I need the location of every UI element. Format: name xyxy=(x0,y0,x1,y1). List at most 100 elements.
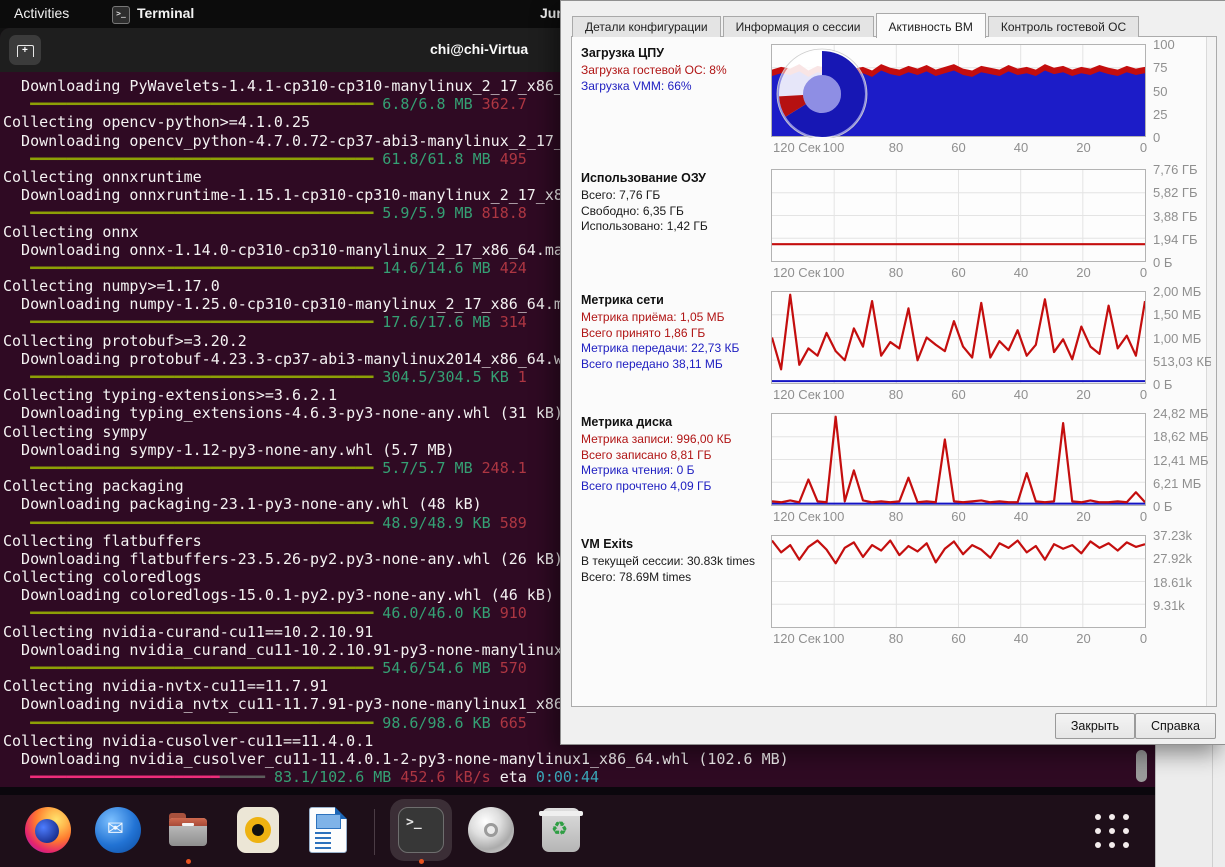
net-stat-1: Всего принято 1,86 ГБ xyxy=(581,326,769,342)
progress-bar: ━━━━━━━━━━━━━━━━━━━━━━━━━━━━━━━━━━━━━━ xyxy=(30,95,373,113)
progress-bar: ━━━━━ xyxy=(220,768,265,786)
cpu-x-axis: 120 Сек100806040200 xyxy=(771,140,1146,156)
new-tab-button[interactable]: + xyxy=(9,35,41,65)
vmexits-x-axis: 120 Сек100806040200 xyxy=(771,631,1146,647)
dock-item-cd-dvd[interactable] xyxy=(467,801,515,863)
vmexits-y-label-0: 37.23k xyxy=(1153,528,1211,543)
progress-bar: ━━━━━━━━━━━━━━━━━━━━━━━━━━━━━━━━━━━━━━ xyxy=(30,459,373,477)
focused-app-menu[interactable]: >_ Terminal xyxy=(112,5,194,24)
cpu-y-label-1: 75 xyxy=(1153,60,1211,75)
files-icon xyxy=(164,806,212,854)
disk-y-label-2: 12,41 МБ xyxy=(1153,453,1211,468)
activities-button[interactable]: Activities xyxy=(14,5,69,21)
vmexits-y-label-2: 18.61k xyxy=(1153,575,1211,590)
progress-bar: ━━━━━━━━━━━━━━━━━━━━━━━━━━━━━━━━━━━━━━ xyxy=(30,150,373,168)
ram-section-text: Использование ОЗУ Всего: 7,76 ГБСвободно:… xyxy=(581,171,769,235)
cpu-stat-0: Загрузка гостевой ОС: 8% xyxy=(581,63,769,79)
cpu-chart xyxy=(771,44,1146,137)
disk-stat-0: Метрика записи: 996,00 КБ xyxy=(581,432,769,448)
vmexits-y-label-3: 9.31k xyxy=(1153,598,1211,613)
ram-stat-2: Использовано: 1,42 ГБ xyxy=(581,219,769,235)
net-stat-3: Всего передано 38,11 МБ xyxy=(581,357,769,373)
ram-stat-0: Всего: 7,76 ГБ xyxy=(581,188,769,204)
vmexits-section-text: VM Exits В текущей сессии: 30.83k timesВс… xyxy=(581,537,769,585)
vmexits-section-title: VM Exits xyxy=(581,537,769,551)
desktop: Activities >_ Terminal Jun + chi@chi-Vir… xyxy=(0,0,1225,867)
dock-item-thunderbird[interactable] xyxy=(94,801,142,863)
net-section-title: Метрика сети xyxy=(581,293,769,307)
terminal-app-icon: >_ xyxy=(112,6,130,24)
cpu-stat-1: Загрузка VMM: 66% xyxy=(581,79,769,95)
net-stat-0: Метрика приёма: 1,05 МБ xyxy=(581,310,769,326)
cpu-section-text: Загрузка ЦПУ Загрузка гостевой ОС: 8%Загр… xyxy=(581,46,769,94)
cpu-section-title: Загрузка ЦПУ xyxy=(581,46,769,60)
disk-y-label-1: 18,62 МБ xyxy=(1153,429,1211,444)
net-x-axis: 120 Сек100806040200 xyxy=(771,387,1146,403)
ram-section-title: Использование ОЗУ xyxy=(581,171,769,185)
terminal-line: Downloading nvidia_cusolver_cu11-11.4.0.… xyxy=(3,750,1153,768)
ram-stat-1: Свободно: 6,35 ГБ xyxy=(581,204,769,220)
dialog-tab-bar: Детали конфигурацииИнформация о сессииАк… xyxy=(572,13,1141,37)
progress-bar: ━━━━━━━━━━━━━━━━━━━━━━━━━━━━━━━━━━━━━━ xyxy=(30,714,373,732)
firefox-icon xyxy=(24,806,72,854)
thunderbird-icon xyxy=(94,806,142,854)
progress-bar: ━━━━━━━━━━━━━━━━━━━━━━━━━━━━━━━━━━━━━━ xyxy=(30,659,373,677)
ram-x-axis: 120 Сек100806040200 xyxy=(771,265,1146,281)
tab-0[interactable]: Детали конфигурации xyxy=(572,16,721,37)
net-chart xyxy=(771,291,1146,384)
ram-y-label-3: 1,94 ГБ xyxy=(1153,232,1211,247)
cpu-y-label-4: 0 xyxy=(1153,130,1211,145)
vmexits-y-label-1: 27.92k xyxy=(1153,551,1211,566)
net-y-label-0: 2,00 МБ xyxy=(1153,284,1211,299)
net-section-text: Метрика сетиМетрика приёма: 1,05 МБВсего… xyxy=(581,293,769,372)
ram-y-label-4: 0 Б xyxy=(1153,255,1211,270)
running-indicator-dot xyxy=(419,859,424,864)
disk-section-text: Метрика дискаМетрика записи: 996,00 КБВс… xyxy=(581,415,769,494)
dock-item-firefox[interactable] xyxy=(24,801,72,863)
focused-app-label: Terminal xyxy=(137,5,194,24)
terminal-title: chi@chi-Virtua xyxy=(430,41,528,57)
dock-gap xyxy=(0,787,1155,795)
tab-1[interactable]: Информация о сессии xyxy=(723,16,874,37)
dock-item-files[interactable] xyxy=(164,801,212,863)
tab-3[interactable]: Контроль гостевой ОС xyxy=(988,16,1139,37)
net-stat-2: Метрика передачи: 22,73 КБ xyxy=(581,341,769,357)
terminal-icon: >_ xyxy=(397,806,445,854)
show-applications-button[interactable] xyxy=(1088,809,1136,853)
progress-bar: ━━━━━━━━━━━━━━━━━━━━━━━━━━━━━━━━━━━━━━ xyxy=(30,259,373,277)
disk-y-label-0: 24,82 МБ xyxy=(1153,406,1211,421)
ram-y-label-2: 3,88 ГБ xyxy=(1153,209,1211,224)
dock-item-libreoffice-writer[interactable] xyxy=(304,801,352,863)
vmexits-stat-1: Всего: 78.69M times xyxy=(581,570,769,586)
net-y-label-3: 513,03 КБ xyxy=(1153,354,1211,369)
help-button[interactable]: Справка xyxy=(1135,713,1216,739)
dock-item-trash[interactable] xyxy=(537,801,585,863)
running-indicator-dot xyxy=(186,859,191,864)
cpu-y-label-3: 25 xyxy=(1153,107,1211,122)
vmexits-stat-0: В текущей сессии: 30.83k times xyxy=(581,554,769,570)
ram-chart xyxy=(771,169,1146,262)
disk-section-title: Метрика диска xyxy=(581,415,769,429)
dock: >_ xyxy=(0,795,1155,867)
disk-x-axis: 120 Сек100806040200 xyxy=(771,509,1146,525)
progress-bar: ━━━━━━━━━━━━━━━━━━━━━ xyxy=(30,768,220,786)
net-y-label-4: 0 Б xyxy=(1153,377,1211,392)
progress-bar: ━━━━━━━━━━━━━━━━━━━━━━━━━━━━━━━━━━━━━━ xyxy=(30,514,373,532)
net-y-label-2: 1,00 МБ xyxy=(1153,331,1211,346)
dock-item-terminal[interactable]: >_ xyxy=(397,801,445,863)
new-tab-icon: + xyxy=(17,45,34,57)
disk-chart xyxy=(771,413,1146,506)
dock-items: >_ xyxy=(24,801,585,863)
ram-y-label-1: 5,82 ГБ xyxy=(1153,185,1211,200)
cd-dvd-icon xyxy=(467,806,515,854)
disk-stat-2: Метрика чтения: 0 Б xyxy=(581,463,769,479)
terminal-line: ━━━━━━━━━━━━━━━━━━━━━━━━━━ 83.1/102.6 MB… xyxy=(3,768,1153,786)
vm-activity-dialog: Детали конфигурацииИнформация о сессииАк… xyxy=(560,0,1225,745)
tab-2[interactable]: Активность ВМ xyxy=(876,13,986,38)
rhythmbox-icon xyxy=(234,806,282,854)
terminal-scrollbar[interactable] xyxy=(1136,750,1147,782)
close-button[interactable]: Закрыть xyxy=(1055,713,1135,739)
trash-icon xyxy=(537,806,585,854)
dock-item-rhythmbox[interactable] xyxy=(234,801,282,863)
dock-separator xyxy=(374,809,375,855)
